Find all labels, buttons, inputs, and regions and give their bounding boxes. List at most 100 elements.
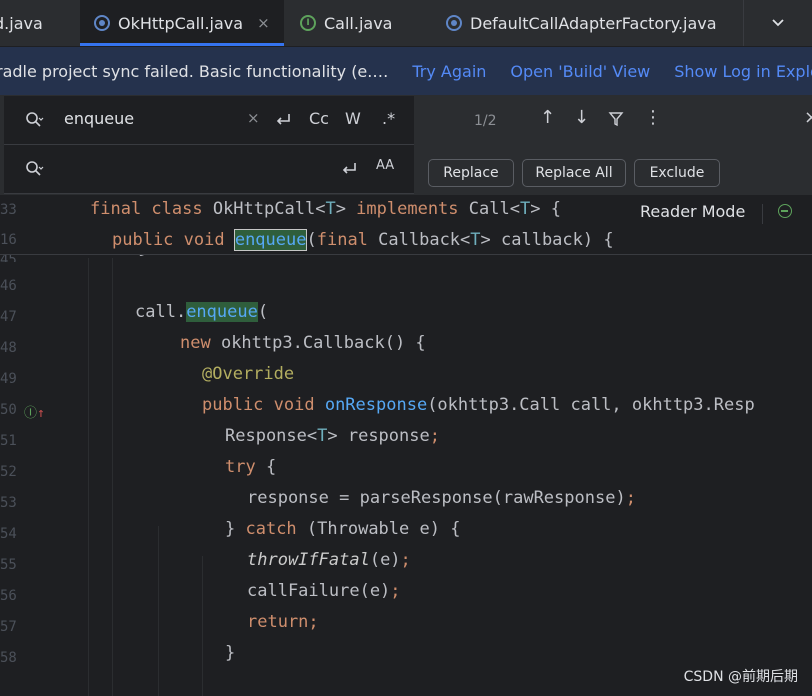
tab-label: d.java <box>0 13 43 33</box>
line-number: 55 <box>0 557 17 573</box>
code-keyword: return; <box>247 612 319 632</box>
code-annotation: @Override <box>202 364 295 384</box>
exclude-button[interactable]: Exclude <box>634 159 720 187</box>
code-text: Response< <box>225 426 318 446</box>
tab-okhttpcall-java[interactable]: OkHttpCall.java × <box>80 0 284 46</box>
search-history-icon[interactable] <box>24 110 44 130</box>
watermark: CSDN @前期后期 <box>683 669 798 685</box>
code-text: } <box>225 643 236 663</box>
code-text: Call <box>468 199 510 219</box>
match-case-toggle[interactable]: Cc <box>309 109 329 128</box>
line-number: 52 <box>0 464 17 480</box>
code-method: onResponse <box>324 395 428 415</box>
code-line-53: response = parseResponse(rawResponse); <box>247 483 636 514</box>
indent-guide <box>158 526 159 696</box>
new-line-icon[interactable] <box>274 112 292 128</box>
regex-toggle[interactable]: .* <box>382 109 395 128</box>
try-again-link[interactable]: Try Again <box>412 62 486 81</box>
divider <box>762 204 763 224</box>
sticky-method-line[interactable]: public void enqueue(final Callback<T> ca… <box>112 225 614 256</box>
code-line-56: callFailure(e); <box>247 576 401 607</box>
code-semicolon: ; <box>625 488 636 508</box>
sync-failed-banner: radle project sync failed. Basic functio… <box>0 47 812 96</box>
code-keyword: try <box>225 457 266 477</box>
code-keyword: catch <box>245 519 307 539</box>
override-gutter-icon[interactable]: Ⓘ↑ <box>24 402 45 421</box>
line-number: 48 <box>0 340 17 356</box>
banner-message: radle project sync failed. Basic functio… <box>0 61 389 81</box>
close-find-icon[interactable]: × <box>804 107 812 128</box>
code-keyword: final <box>316 230 379 250</box>
tab-overflow-button[interactable] <box>743 0 812 46</box>
search-match-current: enqueue <box>233 229 308 251</box>
more-options-icon[interactable]: ⋮ <box>644 107 662 128</box>
replace-history-icon[interactable] <box>24 159 44 179</box>
search-field[interactable]: enqueue × Cc W .* <box>4 96 414 145</box>
code-text: Callback< <box>378 230 471 250</box>
tab-call-java[interactable]: I Call.java <box>300 0 392 46</box>
search-input[interactable]: enqueue <box>64 109 134 128</box>
match-count: 1/2 <box>474 113 497 129</box>
code-semicolon: ; <box>400 550 411 570</box>
next-occurrence-icon[interactable]: ↓ <box>574 107 589 128</box>
code-text: { <box>265 457 277 477</box>
sticky-class-line[interactable]: final class OkHttpCall<T> implements Cal… <box>90 196 561 225</box>
editor-tab-bar: d.java OkHttpCall.java × I Call.java Def… <box>0 0 812 47</box>
indent-guide <box>88 258 89 696</box>
code-text: ( <box>306 230 317 250</box>
indent-guide <box>202 556 203 696</box>
filter-icon[interactable] <box>608 111 624 127</box>
code-text: response = parseResponse(rawResponse) <box>247 488 626 508</box>
reader-mode-button[interactable]: Reader Mode <box>640 202 745 221</box>
code-keyword: final class <box>90 199 213 219</box>
line-number: 50 <box>0 402 17 418</box>
tab-d-java[interactable]: d.java <box>0 0 76 46</box>
code-line-51: Response<T> response; <box>225 421 440 452</box>
code-text: > response <box>327 426 430 446</box>
search-match: enqueue <box>186 302 258 322</box>
code-text: < <box>315 199 326 219</box>
words-toggle[interactable]: W <box>345 109 361 128</box>
line-number: 58 <box>0 650 17 666</box>
previous-occurrence-icon[interactable]: ↑ <box>540 107 555 128</box>
line-number: 46 <box>0 278 17 294</box>
preserve-case-icon[interactable]: AA <box>376 158 394 173</box>
clear-search-icon[interactable]: × <box>247 109 260 127</box>
find-replace-panel: enqueue × Cc W .* AA 1/2 ↑ ↓ ⋮ × Replace… <box>0 95 812 195</box>
code-type-param: T <box>470 230 481 250</box>
code-line-54: } catch (Throwable e) { <box>225 514 460 545</box>
code-line-58: } <box>225 638 235 669</box>
code-text: call. <box>135 302 187 322</box>
class-icon <box>94 15 110 31</box>
inspection-status-icon[interactable] <box>778 204 792 218</box>
code-line-47: call.enqueue( <box>135 297 268 328</box>
replace-button[interactable]: Replace <box>428 159 514 187</box>
code-line-57: return; <box>247 607 319 638</box>
show-log-link[interactable]: Show Log in Explore <box>674 62 812 81</box>
code-text: > <box>335 199 357 219</box>
code-type-param: T <box>325 199 336 219</box>
code-type-param: T <box>317 426 328 446</box>
close-icon[interactable]: × <box>257 14 270 32</box>
line-number: 16 <box>0 232 17 248</box>
code-semicolon: ; <box>390 581 401 601</box>
code-type-param: T <box>519 199 531 219</box>
code-text: < <box>509 199 520 219</box>
code-editor[interactable]: 33 16 45 46 47 48 49 50 51 52 53 54 55 5… <box>0 196 812 696</box>
open-build-view-link[interactable]: Open 'Build' View <box>510 62 650 81</box>
code-keyword: new <box>180 333 221 353</box>
line-number: 33 <box>0 202 17 218</box>
code-text: (okhttp3.Call call, okhttp3.Resp <box>427 395 755 415</box>
tab-defaultcalladapterfactory-java[interactable]: DefaultCallAdapterFactory.java <box>446 0 717 46</box>
code-text: callFailure(e) <box>247 581 391 601</box>
line-number: 54 <box>0 526 17 542</box>
code-keyword: public void <box>112 230 235 250</box>
replace-all-button[interactable]: Replace All <box>522 159 626 187</box>
replace-field[interactable]: AA <box>4 145 414 194</box>
code-line-48: new okhttp3.Callback() { <box>180 328 426 359</box>
code-semicolon: ; <box>429 426 440 446</box>
code-text: > callback) { <box>480 230 614 250</box>
line-number: 49 <box>0 371 17 387</box>
new-line-icon[interactable] <box>340 161 358 177</box>
code-text: (Throwable e) { <box>306 519 461 539</box>
